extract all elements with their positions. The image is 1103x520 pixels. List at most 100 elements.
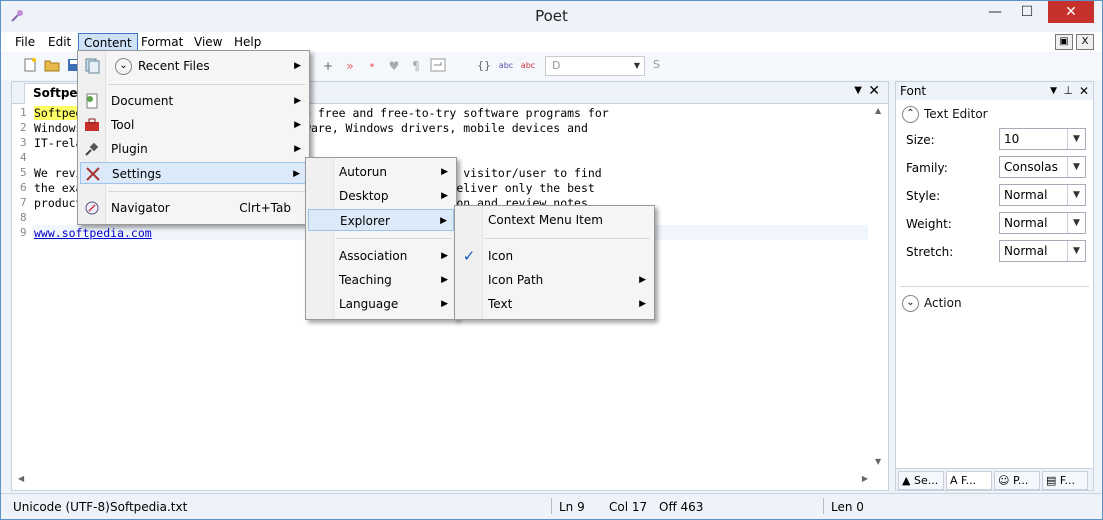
menu-item-explorer[interactable]: Explorer ▶ bbox=[308, 209, 454, 231]
menu-item-autorun[interactable]: Autorun ▶ bbox=[308, 161, 454, 183]
family-combo[interactable]: Consolas ▼ bbox=[999, 156, 1086, 178]
close-button[interactable]: ✕ bbox=[1048, 1, 1094, 23]
spellcheck-auto-icon[interactable]: abc bbox=[519, 57, 537, 75]
wrap-icon[interactable] bbox=[429, 57, 447, 75]
tab-label: P... bbox=[1012, 474, 1029, 487]
tab-list-icon[interactable]: ▼ bbox=[854, 85, 862, 96]
guillemet-icon[interactable]: » bbox=[341, 57, 359, 75]
tab-search[interactable]: ▲ Se... bbox=[898, 471, 944, 490]
size-value: 10 bbox=[1004, 132, 1020, 146]
menu-item-label: Icon bbox=[488, 249, 514, 263]
line-number: 2 bbox=[20, 121, 27, 134]
pin-icon[interactable]: ⊥ bbox=[1063, 82, 1073, 100]
panel-title: Font bbox=[900, 84, 927, 98]
settings-submenu: Autorun ▶ Desktop ▶ Explorer ▶ Association ▶… bbox=[305, 157, 457, 320]
panel-menu-icon[interactable]: ▼ bbox=[1050, 82, 1057, 100]
weight-combo[interactable]: Normal ▼ bbox=[999, 212, 1086, 234]
menu-item-text[interactable]: Text ▶ bbox=[457, 293, 652, 315]
style-dropdown[interactable]: S bbox=[647, 56, 671, 76]
scroll-up-icon[interactable]: ▲ bbox=[875, 106, 881, 115]
submenu-arrow-icon: ▶ bbox=[441, 191, 448, 201]
scroll-right-icon[interactable]: ▶ bbox=[862, 474, 868, 483]
line-number: 7 bbox=[20, 196, 27, 209]
submenu-arrow-icon: ▶ bbox=[293, 169, 300, 179]
section-text-editor[interactable]: ⌃ Text Editor bbox=[902, 106, 988, 123]
menu-item-navigator[interactable]: Navigator Clrt+Tab bbox=[80, 197, 307, 219]
panel-close-icon[interactable]: ✕ bbox=[1079, 82, 1089, 100]
tab-label: Se... bbox=[913, 474, 939, 487]
section-action[interactable]: ⌄ Action bbox=[902, 295, 962, 312]
line-number: 3 bbox=[20, 136, 27, 149]
size-combo[interactable]: 10 ▼ bbox=[999, 128, 1086, 150]
menu-separator bbox=[108, 191, 305, 192]
code-line[interactable]: www.softpedia.com bbox=[34, 226, 152, 240]
tab-plugin[interactable]: ☺ P... bbox=[994, 471, 1040, 490]
submenu-arrow-icon: ▶ bbox=[294, 61, 301, 71]
horizontal-scrollbar[interactable]: ◀ ▶ bbox=[12, 472, 870, 488]
chevron-down-icon[interactable]: ▼ bbox=[1067, 185, 1085, 205]
menu-item-teaching[interactable]: Teaching ▶ bbox=[308, 269, 454, 291]
menu-item-icon-path[interactable]: Icon Path ▶ bbox=[457, 269, 652, 291]
tab-files[interactable]: ▤ F... bbox=[1042, 471, 1088, 490]
menu-item-icon[interactable]: ✓ Icon bbox=[457, 245, 652, 267]
braces-icon[interactable]: {} bbox=[475, 57, 493, 75]
menu-item-label: Context Menu Item bbox=[488, 213, 603, 227]
menu-item-tool[interactable]: Tool ▶ bbox=[80, 114, 307, 136]
menu-item-label: Language bbox=[339, 297, 399, 311]
open-folder-icon[interactable] bbox=[43, 57, 61, 75]
submenu-arrow-icon: ▶ bbox=[441, 299, 448, 309]
menu-help[interactable]: Help bbox=[229, 33, 266, 51]
style-value: Normal bbox=[1004, 188, 1048, 202]
menu-bar: File Edit Content Format View Help bbox=[1, 32, 1102, 52]
family-label: Family: bbox=[906, 161, 948, 175]
family-value: Consolas bbox=[1004, 160, 1058, 174]
menu-item-document[interactable]: Document ▶ bbox=[80, 90, 307, 112]
mdi-restore-button[interactable]: ▣ bbox=[1055, 34, 1073, 50]
menu-item-label: ⌄ Recent Files bbox=[115, 55, 210, 77]
menu-item-desktop[interactable]: Desktop ▶ bbox=[308, 185, 454, 207]
size-label: Size: bbox=[906, 133, 935, 147]
chevron-down-icon[interactable]: ▼ bbox=[1067, 157, 1085, 177]
menu-item-plugin[interactable]: Plugin ▶ bbox=[80, 138, 307, 160]
recent-files-icon bbox=[84, 58, 100, 74]
menu-separator bbox=[485, 238, 650, 239]
bullet-icon[interactable]: • bbox=[363, 57, 381, 75]
new-file-icon[interactable] bbox=[21, 57, 39, 75]
heart-icon[interactable]: ♥ bbox=[385, 57, 403, 75]
chevron-down-icon[interactable]: ▼ bbox=[1067, 241, 1085, 261]
tab-label: F... bbox=[1059, 474, 1075, 487]
menu-item-language[interactable]: Language ▶ bbox=[308, 293, 454, 315]
chevron-down-icon[interactable]: ▼ bbox=[1067, 129, 1085, 149]
menu-item-recent-files[interactable]: ⌄ Recent Files ▶ bbox=[80, 55, 307, 77]
wrench-icon bbox=[85, 166, 101, 182]
pilcrow-icon[interactable]: ¶ bbox=[407, 57, 425, 75]
menu-view[interactable]: View bbox=[189, 33, 227, 51]
style-label: Style: bbox=[906, 189, 941, 203]
menu-content[interactable]: Content bbox=[78, 33, 138, 51]
minimize-button[interactable]: — bbox=[980, 1, 1010, 23]
maximize-button[interactable]: ☐ bbox=[1012, 1, 1042, 23]
mdi-close-button[interactable]: X bbox=[1076, 34, 1094, 50]
font-dropdown[interactable]: D ▼ bbox=[545, 56, 645, 76]
scroll-left-icon[interactable]: ◀ bbox=[18, 474, 24, 483]
menu-format[interactable]: Format bbox=[136, 33, 188, 51]
menu-item-settings[interactable]: Settings ▶ bbox=[80, 162, 307, 184]
stretch-combo[interactable]: Normal ▼ bbox=[999, 240, 1086, 262]
scroll-down-icon[interactable]: ▼ bbox=[875, 457, 881, 466]
chevron-down-icon[interactable]: ▼ bbox=[1067, 213, 1085, 233]
menu-item-context-menu-item[interactable]: Context Menu Item bbox=[457, 209, 652, 231]
tab-font[interactable]: A F... bbox=[946, 471, 992, 490]
submenu-arrow-icon: ▶ bbox=[294, 96, 301, 106]
submenu-arrow-icon: ▶ bbox=[441, 167, 448, 177]
status-line: Ln 9 bbox=[559, 500, 585, 514]
status-encoding[interactable]: Unicode (UTF-8) bbox=[13, 500, 110, 514]
vertical-scrollbar[interactable]: ▲ ▼ bbox=[870, 106, 888, 466]
close-tab-icon[interactable]: ✕ bbox=[868, 83, 880, 99]
url-link[interactable]: www.softpedia.com bbox=[34, 226, 152, 240]
menu-edit[interactable]: Edit bbox=[43, 33, 76, 51]
menu-item-association[interactable]: Association ▶ bbox=[308, 245, 454, 267]
spellcheck-icon[interactable]: abc bbox=[497, 57, 515, 75]
menu-file[interactable]: File bbox=[10, 33, 40, 51]
style-combo[interactable]: Normal ▼ bbox=[999, 184, 1086, 206]
plus-icon[interactable]: + bbox=[319, 57, 337, 75]
